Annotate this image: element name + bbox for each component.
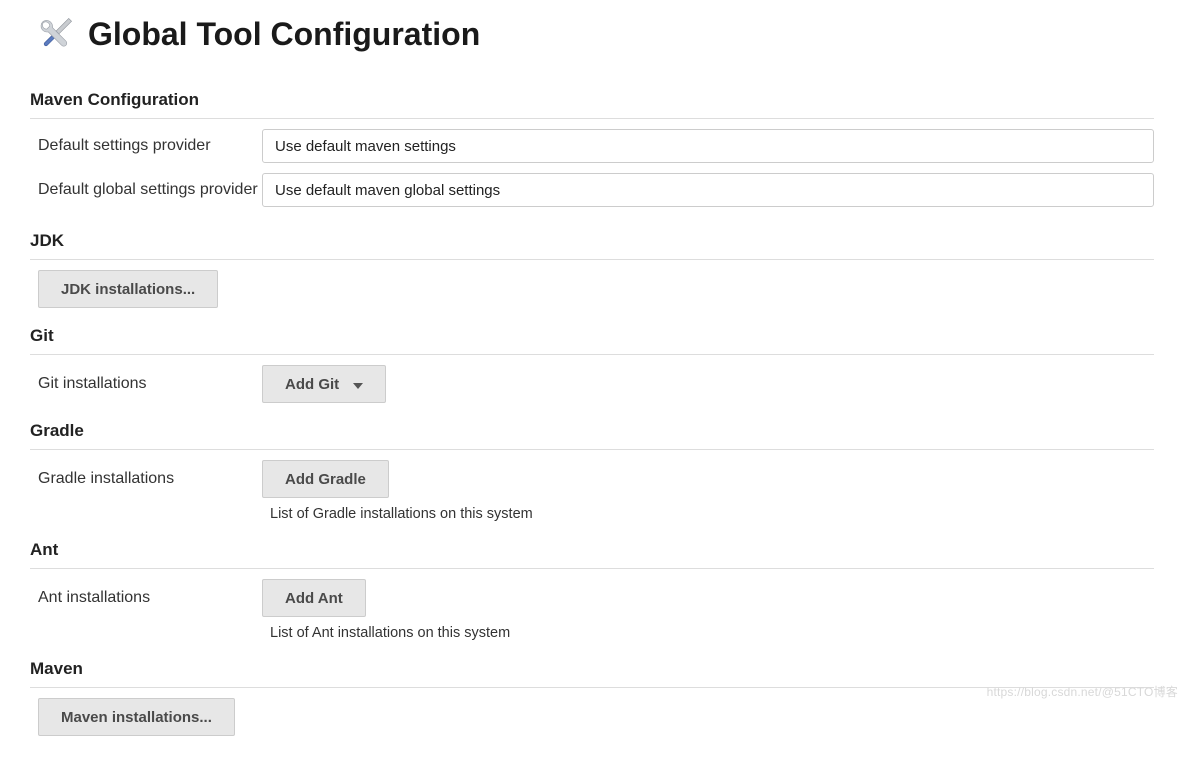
divider <box>30 259 1154 260</box>
git-installations-label: Git installations <box>38 375 262 393</box>
default-settings-select[interactable]: Use default maven settings <box>262 129 1154 163</box>
gradle-desc: List of Gradle installations on this sys… <box>270 506 1154 522</box>
page-header: Global Tool Configuration <box>30 8 1154 60</box>
add-ant-button-label: Add Ant <box>285 590 343 607</box>
add-git-button[interactable]: Add Git <box>262 365 386 403</box>
default-global-settings-value: Use default maven global settings <box>275 182 500 199</box>
section-maven-config-title: Maven Configuration <box>30 90 1154 114</box>
jdk-installations-button-label: JDK installations... <box>61 281 195 298</box>
section-ant-title: Ant <box>30 540 1154 564</box>
add-gradle-button-label: Add Gradle <box>285 471 366 488</box>
tools-icon <box>30 8 82 60</box>
divider <box>30 354 1154 355</box>
section-maven-title: Maven <box>30 659 1154 683</box>
section-gradle-title: Gradle <box>30 421 1154 445</box>
section-git-title: Git <box>30 326 1154 350</box>
divider <box>30 449 1154 450</box>
section-jdk-title: JDK <box>30 231 1154 255</box>
default-global-settings-select[interactable]: Use default maven global settings <box>262 173 1154 207</box>
gradle-installations-label: Gradle installations <box>38 470 262 488</box>
divider <box>30 118 1154 119</box>
default-settings-label: Default settings provider <box>30 137 262 155</box>
page-title: Global Tool Configuration <box>88 16 480 53</box>
maven-installations-button-label: Maven installations... <box>61 709 212 726</box>
add-gradle-button[interactable]: Add Gradle <box>262 460 389 498</box>
default-global-settings-label: Default global settings provider <box>30 181 262 199</box>
caret-down-icon <box>353 376 363 393</box>
default-settings-value: Use default maven settings <box>275 138 456 155</box>
add-git-button-label: Add Git <box>285 376 339 393</box>
divider <box>30 568 1154 569</box>
jdk-installations-button[interactable]: JDK installations... <box>38 270 218 308</box>
ant-desc: List of Ant installations on this system <box>270 625 1154 641</box>
divider <box>30 687 1154 688</box>
ant-installations-label: Ant installations <box>38 589 262 607</box>
maven-installations-button[interactable]: Maven installations... <box>38 698 235 736</box>
add-ant-button[interactable]: Add Ant <box>262 579 366 617</box>
